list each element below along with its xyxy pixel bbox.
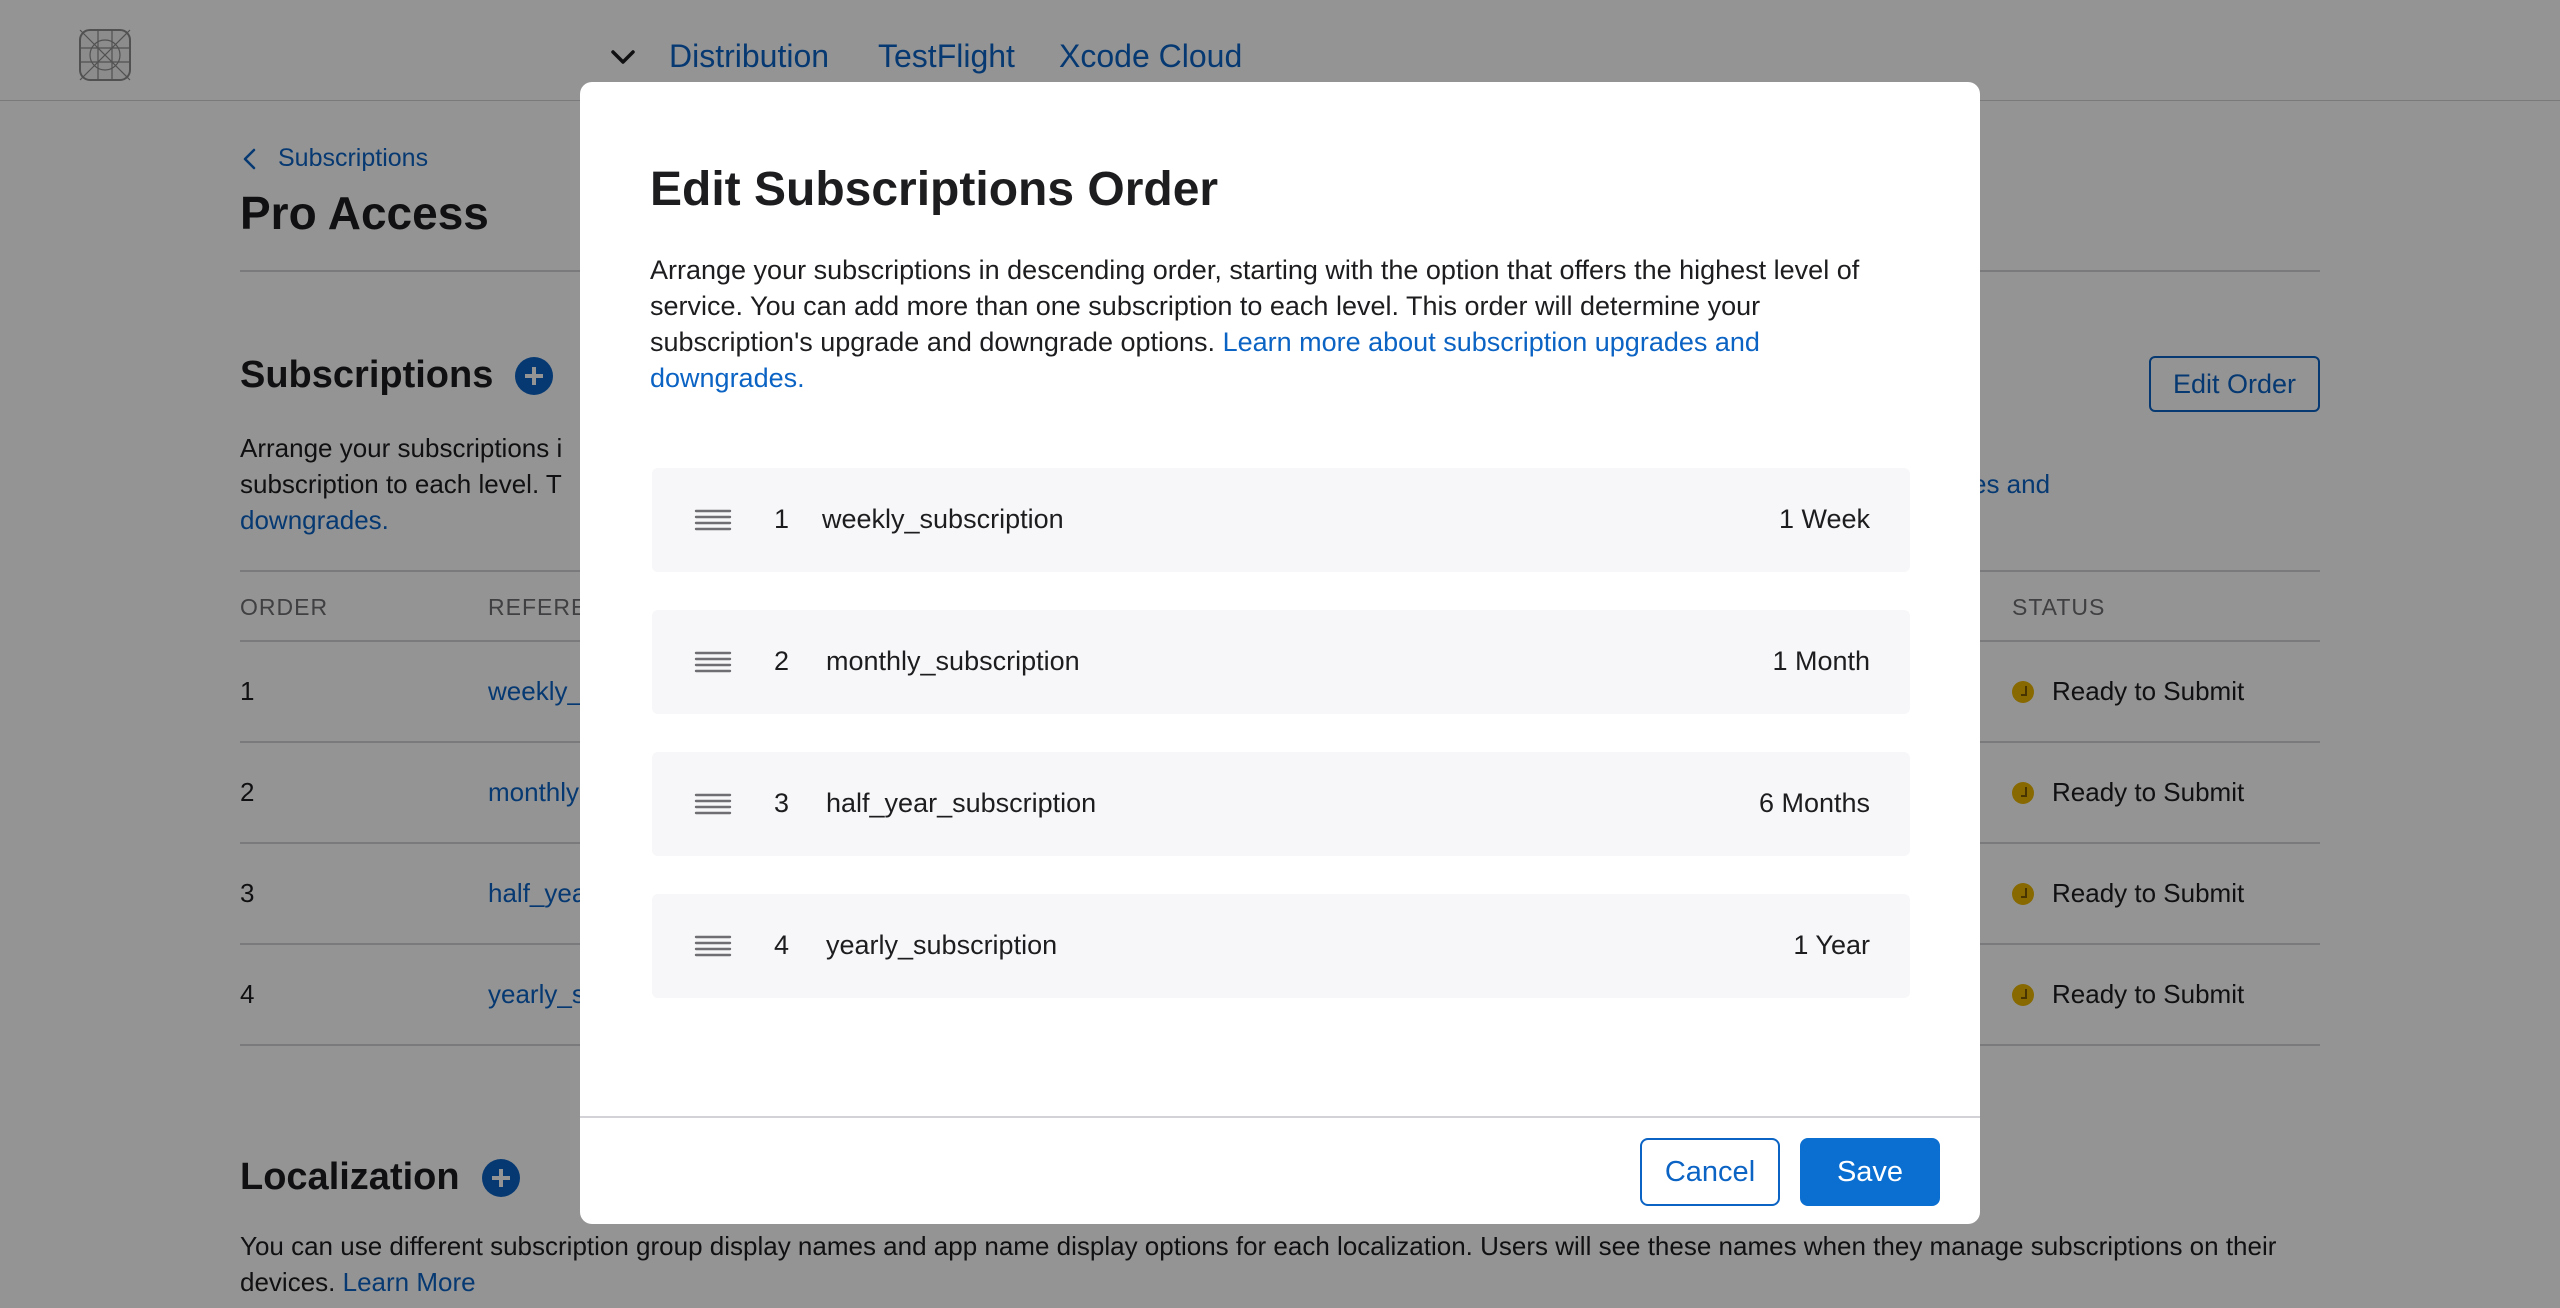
cancel-button[interactable]: Cancel (1640, 1138, 1780, 1206)
item-order-number: 4 (774, 930, 790, 960)
drag-handle-icon[interactable] (694, 508, 732, 532)
subscription-order-list: 1 weekly_subscription 1 Week 2 monthly_s… (652, 468, 1910, 1036)
drag-handle-icon[interactable] (694, 792, 732, 816)
item-reference-name: weekly_subscription (822, 504, 1064, 534)
item-order-number: 3 (774, 788, 790, 818)
save-button[interactable]: Save (1800, 1138, 1940, 1206)
drag-handle-icon[interactable] (694, 934, 732, 958)
dialog-footer-divider (580, 1116, 1980, 1118)
list-item[interactable]: 3 half_year_subscription 6 Months (652, 752, 1910, 856)
list-item[interactable]: 1 weekly_subscription 1 Week (652, 468, 1910, 572)
item-reference-name: yearly_subscription (826, 930, 1058, 960)
item-duration: 1 Year (1793, 930, 1870, 960)
drag-handle-icon[interactable] (694, 650, 732, 674)
dialog-description: Arrange your subscriptions in descending… (650, 255, 1860, 393)
item-reference-name: half_year_subscription (826, 788, 1097, 818)
item-duration: 1 Month (1772, 646, 1870, 676)
item-duration: 1 Week (1778, 504, 1870, 534)
item-order-number: 1 (774, 504, 790, 534)
item-duration: 6 Months (1758, 788, 1870, 818)
list-item[interactable]: 4 yearly_subscription 1 Year (652, 894, 1910, 998)
item-reference-name: monthly_subscription (826, 646, 1080, 676)
edit-subscriptions-order-dialog: Edit Subscriptions Order Arrange your su… (580, 82, 1980, 1224)
dialog-title: Edit Subscriptions Order (650, 163, 1219, 216)
item-order-number: 2 (774, 646, 790, 676)
list-item[interactable]: 2 monthly_subscription 1 Month (652, 610, 1910, 714)
